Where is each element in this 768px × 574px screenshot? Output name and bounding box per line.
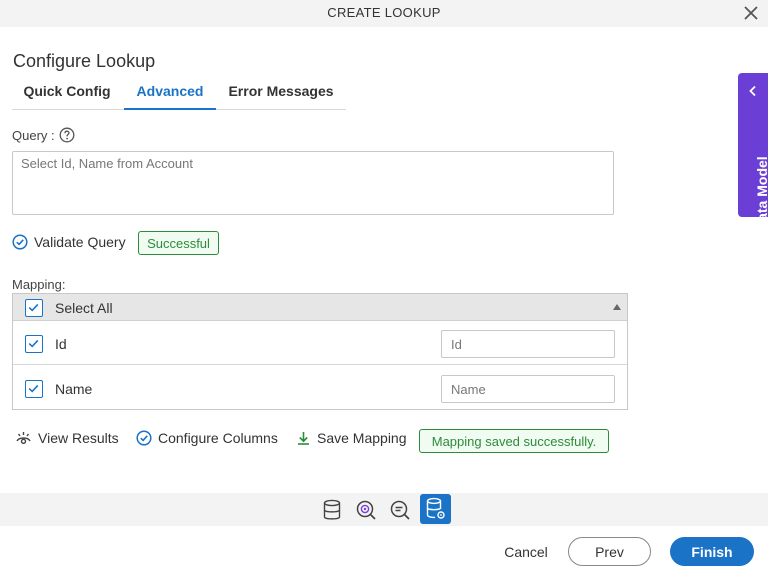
help-icon[interactable] [59, 127, 75, 143]
tab-quick-config[interactable]: Quick Config [14, 83, 120, 109]
mapping-row-checkbox[interactable] [25, 335, 43, 353]
prev-button[interactable]: Prev [568, 537, 651, 566]
step-query[interactable] [352, 496, 380, 524]
configure-columns-label: Configure Columns [158, 430, 278, 446]
mapping-row-label: Name [55, 381, 93, 397]
mapping-label: Mapping: [12, 277, 66, 292]
view-results-label: View Results [38, 430, 119, 446]
mapping-header: Select All [13, 294, 627, 321]
step-datasource[interactable] [318, 496, 346, 524]
download-icon [298, 432, 309, 445]
mapping-row: Id [13, 321, 627, 365]
mapping-row-label: Id [55, 336, 67, 352]
step-lookup-settings[interactable] [420, 494, 451, 524]
data-model-label: Data Model [754, 156, 768, 231]
mapping-row-checkbox[interactable] [25, 380, 43, 398]
tab-error-messages[interactable]: Error Messages [226, 83, 336, 109]
save-mapping-label: Save Mapping [317, 430, 407, 446]
page-title: Configure Lookup [13, 51, 156, 71]
query-input[interactable]: Select Id, Name from Account [12, 151, 614, 215]
eye-icon [16, 432, 31, 445]
configure-columns-button[interactable]: Configure Columns [136, 430, 278, 446]
check-icon [28, 384, 39, 393]
query-label: Query : [12, 128, 55, 143]
check-circle-icon [136, 430, 152, 446]
view-results-button[interactable]: View Results [15, 430, 119, 446]
tab-advanced[interactable]: Advanced [124, 83, 216, 110]
check-icon [28, 339, 39, 348]
select-all-checkbox[interactable] [25, 299, 43, 317]
dialog-title: CREATE LOOKUP [327, 5, 441, 20]
mapping-row-input[interactable] [441, 330, 615, 358]
close-icon[interactable] [742, 4, 760, 22]
dialog-titlebar: CREATE LOOKUP [0, 0, 768, 27]
chevron-left-icon [749, 85, 756, 97]
save-mapping-button[interactable]: Save Mapping [296, 430, 407, 446]
save-status-badge: Mapping saved successfully. [419, 429, 609, 453]
database-icon [323, 499, 341, 520]
wizard-step-bar [0, 493, 768, 526]
check-icon [28, 303, 39, 312]
data-model-panel-tab[interactable]: Data Model [738, 73, 768, 231]
validate-query-label: Validate Query [34, 234, 126, 250]
validate-status-badge: Successful [138, 231, 219, 255]
mapping-row: Name [13, 366, 627, 410]
sort-up-icon[interactable] [613, 304, 621, 310]
mapping-table: Select All Id Name [12, 293, 628, 410]
select-all-label: Select All [55, 300, 113, 316]
cancel-button[interactable]: Cancel [496, 537, 556, 566]
tab-bar: Quick Config Advanced Error Messages [12, 79, 346, 110]
step-filter[interactable] [386, 496, 414, 524]
search-filter-icon [390, 500, 410, 520]
mapping-row-input[interactable] [441, 375, 615, 403]
check-circle-icon [12, 234, 28, 250]
search-settings-icon [356, 500, 376, 520]
validate-query-button[interactable]: Validate Query [12, 234, 126, 250]
finish-button[interactable]: Finish [670, 537, 754, 566]
database-settings-icon [426, 497, 445, 519]
